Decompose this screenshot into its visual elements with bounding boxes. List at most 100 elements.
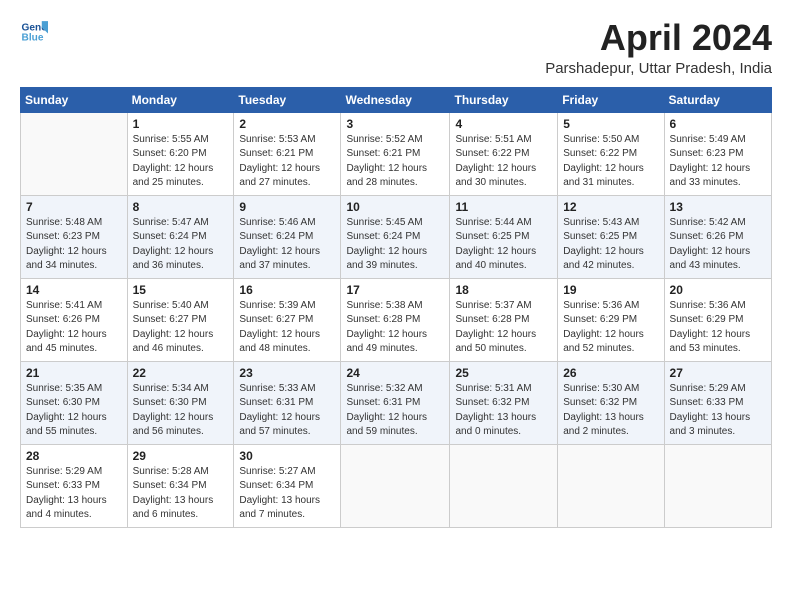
calendar-cell: 2 Sunrise: 5:53 AMSunset: 6:21 PMDaylight…	[234, 112, 341, 195]
calendar-cell: 4Sunrise: 5:51 AMSunset: 6:22 PMDaylight…	[450, 112, 558, 195]
calendar-cell: 10Sunrise: 5:45 AMSunset: 6:24 PMDayligh…	[341, 195, 450, 278]
day-number: 3	[346, 117, 444, 131]
day-number: 2	[239, 117, 335, 131]
title-section: April 2024 Parshadepur, Uttar Pradesh, I…	[545, 18, 772, 77]
calendar-cell	[21, 112, 128, 195]
day-info: Sunrise: 5:33 AMSunset: 6:31 PMDaylight:…	[239, 382, 335, 440]
calendar-cell: 18 Sunrise: 5:37 AMSunset: 6:28 PMDayligh…	[450, 278, 558, 361]
day-info: Sunrise: 5:27 AMSunset: 6:34 PMDaylight:…	[239, 465, 335, 523]
day-number: 18	[455, 283, 552, 297]
calendar-cell: 22 Sunrise: 5:34 AMSunset: 6:30 PMDayligh…	[127, 361, 234, 444]
day-number: 27	[670, 366, 766, 380]
day-number: 23	[239, 366, 335, 380]
header-wednesday: Wednesday	[341, 87, 450, 112]
calendar-cell: 24 Sunrise: 5:32 AMSunset: 6:31 PMDayligh…	[341, 361, 450, 444]
header-tuesday: Tuesday	[234, 87, 341, 112]
day-info: Sunrise: 5:36 AMSunset: 6:29 PMDaylight:…	[563, 299, 658, 357]
day-info: Sunrise: 5:41 AMSunset: 6:26 PMDaylight:…	[26, 299, 122, 357]
day-info: Sunrise: 5:37 AMSunset: 6:28 PMDaylight:…	[455, 299, 552, 357]
calendar-cell: 3Sunrise: 5:52 AMSunset: 6:21 PMDaylight…	[341, 112, 450, 195]
day-info: Sunrise: 5:47 AMSunset: 6:24 PMDaylight:…	[133, 216, 229, 274]
day-number: 21	[26, 366, 122, 380]
calendar-cell: 28Sunrise: 5:29 AMSunset: 6:33 PMDayligh…	[21, 444, 128, 527]
calendar-cell: 1 Sunrise: 5:55 AMSunset: 6:20 PMDaylight…	[127, 112, 234, 195]
calendar-cell: 14 Sunrise: 5:41 AMSunset: 6:26 PMDayligh…	[21, 278, 128, 361]
day-number: 30	[239, 449, 335, 463]
day-info: Sunrise: 5:46 AMSunset: 6:24 PMDaylight:…	[239, 216, 335, 274]
header-monday: Monday	[127, 87, 234, 112]
calendar-cell: 20 Sunrise: 5:36 AMSunset: 6:29 PMDayligh…	[664, 278, 771, 361]
day-info: Sunrise: 5:44 AMSunset: 6:25 PMDaylight:…	[455, 216, 552, 274]
header-sunday: Sunday	[21, 87, 128, 112]
day-number: 29	[133, 449, 229, 463]
day-info: Sunrise: 5:39 AMSunset: 6:27 PMDaylight:…	[239, 299, 335, 357]
day-number: 22	[133, 366, 229, 380]
day-number: 5	[563, 117, 658, 131]
day-info: Sunrise: 5:49 AMSunset: 6:23 PMDaylight:…	[670, 133, 766, 191]
calendar-cell: 19 Sunrise: 5:36 AMSunset: 6:29 PMDayligh…	[558, 278, 664, 361]
logo-icon: General Blue	[20, 18, 48, 46]
day-number: 1	[133, 117, 229, 131]
day-info: Sunrise: 5:29 AMSunset: 6:33 PMDaylight:…	[670, 382, 766, 440]
calendar-cell: 30 Sunrise: 5:27 AMSunset: 6:34 PMDayligh…	[234, 444, 341, 527]
day-info: Sunrise: 5:28 AMSunset: 6:34 PMDaylight:…	[133, 465, 229, 523]
day-info: Sunrise: 5:45 AMSunset: 6:24 PMDaylight:…	[346, 216, 444, 274]
day-number: 6	[670, 117, 766, 131]
day-info: Sunrise: 5:29 AMSunset: 6:33 PMDaylight:…	[26, 465, 122, 523]
calendar-cell	[450, 444, 558, 527]
calendar-cell: 27 Sunrise: 5:29 AMSunset: 6:33 PMDayligh…	[664, 361, 771, 444]
calendar-cell: 25 Sunrise: 5:31 AMSunset: 6:32 PMDayligh…	[450, 361, 558, 444]
day-info: Sunrise: 5:34 AMSunset: 6:30 PMDaylight:…	[133, 382, 229, 440]
day-info: Sunrise: 5:30 AMSunset: 6:32 PMDaylight:…	[563, 382, 658, 440]
month-title: April 2024	[545, 18, 772, 58]
day-number: 12	[563, 200, 658, 214]
day-info: Sunrise: 5:40 AMSunset: 6:27 PMDaylight:…	[133, 299, 229, 357]
location: Parshadepur, Uttar Pradesh, India	[545, 60, 772, 77]
day-number: 16	[239, 283, 335, 297]
header-friday: Friday	[558, 87, 664, 112]
day-number: 14	[26, 283, 122, 297]
day-number: 13	[670, 200, 766, 214]
header-saturday: Saturday	[664, 87, 771, 112]
calendar-cell: 9 Sunrise: 5:46 AMSunset: 6:24 PMDaylight…	[234, 195, 341, 278]
calendar-cell: 13Sunrise: 5:42 AMSunset: 6:26 PMDayligh…	[664, 195, 771, 278]
calendar-cell: 11Sunrise: 5:44 AMSunset: 6:25 PMDayligh…	[450, 195, 558, 278]
day-number: 20	[670, 283, 766, 297]
calendar-cell	[341, 444, 450, 527]
calendar-cell: 8 Sunrise: 5:47 AMSunset: 6:24 PMDaylight…	[127, 195, 234, 278]
calendar-cell: 15 Sunrise: 5:40 AMSunset: 6:27 PMDayligh…	[127, 278, 234, 361]
day-number: 8	[133, 200, 229, 214]
day-info: Sunrise: 5:43 AMSunset: 6:25 PMDaylight:…	[563, 216, 658, 274]
calendar-cell: 21 Sunrise: 5:35 AMSunset: 6:30 PMDayligh…	[21, 361, 128, 444]
day-number: 4	[455, 117, 552, 131]
calendar-table: SundayMondayTuesdayWednesdayThursdayFrid…	[20, 87, 772, 528]
calendar-cell: 26 Sunrise: 5:30 AMSunset: 6:32 PMDayligh…	[558, 361, 664, 444]
calendar-cell: 7Sunrise: 5:48 AMSunset: 6:23 PMDaylight…	[21, 195, 128, 278]
day-info: Sunrise: 5:36 AMSunset: 6:29 PMDaylight:…	[670, 299, 766, 357]
day-info: Sunrise: 5:38 AMSunset: 6:28 PMDaylight:…	[346, 299, 444, 357]
day-info: Sunrise: 5:48 AMSunset: 6:23 PMDaylight:…	[26, 216, 122, 274]
calendar-cell: 17 Sunrise: 5:38 AMSunset: 6:28 PMDayligh…	[341, 278, 450, 361]
day-number: 26	[563, 366, 658, 380]
day-number: 24	[346, 366, 444, 380]
calendar-cell: 23 Sunrise: 5:33 AMSunset: 6:31 PMDayligh…	[234, 361, 341, 444]
svg-text:Blue: Blue	[22, 33, 44, 44]
header-thursday: Thursday	[450, 87, 558, 112]
logo: General Blue	[20, 18, 48, 46]
calendar-cell: 16 Sunrise: 5:39 AMSunset: 6:27 PMDayligh…	[234, 278, 341, 361]
calendar-cell	[664, 444, 771, 527]
day-info: Sunrise: 5:31 AMSunset: 6:32 PMDaylight:…	[455, 382, 552, 440]
day-number: 15	[133, 283, 229, 297]
day-number: 25	[455, 366, 552, 380]
day-number: 17	[346, 283, 444, 297]
day-info: Sunrise: 5:55 AMSunset: 6:20 PMDaylight:…	[133, 133, 229, 191]
calendar-cell: 5 Sunrise: 5:50 AMSunset: 6:22 PMDaylight…	[558, 112, 664, 195]
day-info: Sunrise: 5:32 AMSunset: 6:31 PMDaylight:…	[346, 382, 444, 440]
calendar-cell	[558, 444, 664, 527]
calendar-cell: 6 Sunrise: 5:49 AMSunset: 6:23 PMDaylight…	[664, 112, 771, 195]
day-number: 9	[239, 200, 335, 214]
day-info: Sunrise: 5:50 AMSunset: 6:22 PMDaylight:…	[563, 133, 658, 191]
day-number: 19	[563, 283, 658, 297]
day-info: Sunrise: 5:35 AMSunset: 6:30 PMDaylight:…	[26, 382, 122, 440]
day-info: Sunrise: 5:53 AMSunset: 6:21 PMDaylight:…	[239, 133, 335, 191]
